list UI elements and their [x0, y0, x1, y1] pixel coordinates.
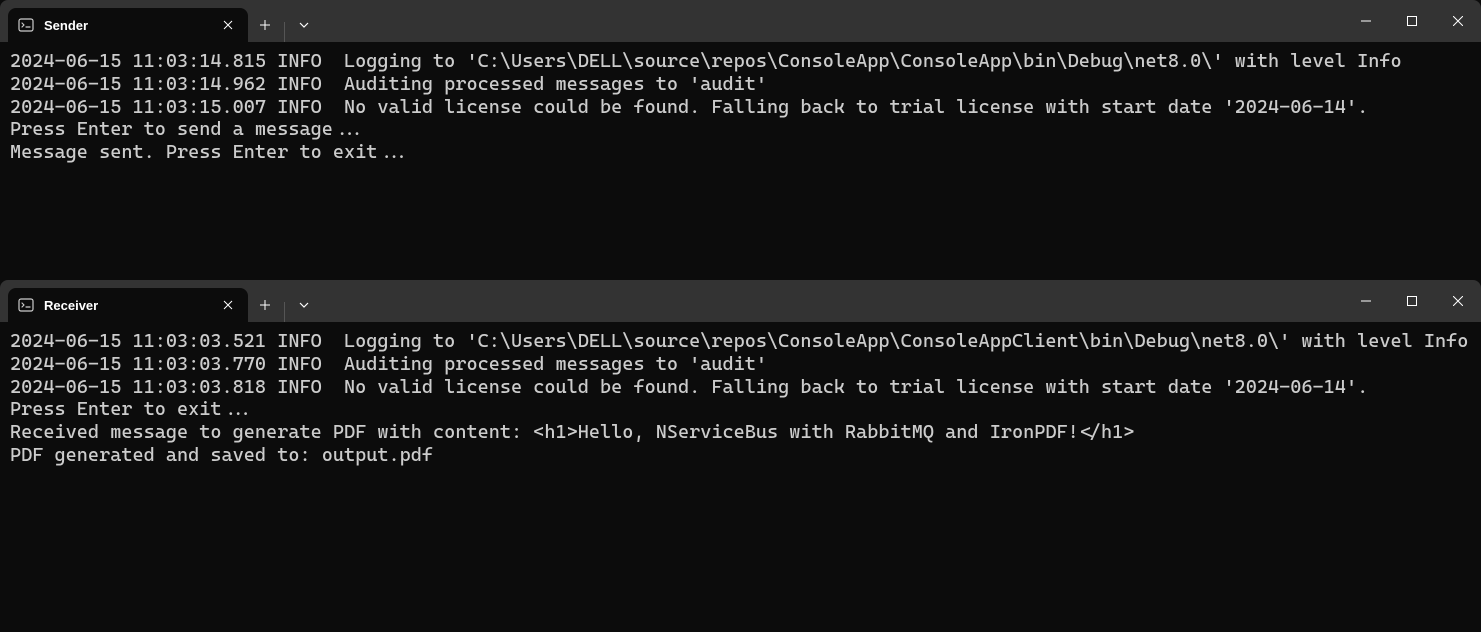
tab-receiver[interactable]: Receiver: [8, 288, 248, 322]
tab-container: Sender: [0, 0, 321, 42]
tab-close-button[interactable]: [218, 15, 238, 35]
minimize-button[interactable]: [1343, 0, 1389, 42]
terminal-window-receiver: Receiver 2024-06-15 11: [0, 280, 1481, 632]
tab-container: Receiver: [0, 280, 321, 322]
terminal-line: 2024-06-15 11:03:03.521 INFO Logging to …: [10, 330, 1471, 353]
tab-close-button[interactable]: [218, 295, 238, 315]
divider: [284, 22, 285, 42]
minimize-button[interactable]: [1343, 280, 1389, 322]
terminal-line: Message sent. Press Enter to exit...: [10, 141, 1471, 164]
maximize-button[interactable]: [1389, 280, 1435, 322]
terminal-line: Press Enter to send a message...: [10, 118, 1471, 141]
terminal-window-sender: Sender 2024-06-15 11:0: [0, 0, 1481, 280]
terminal-icon: [18, 17, 34, 33]
tab-dropdown-button[interactable]: [287, 8, 321, 42]
window-controls: [1343, 0, 1481, 42]
titlebar[interactable]: Sender: [0, 0, 1481, 42]
terminal-line: 2024-06-15 11:03:15.007 INFO No valid li…: [10, 96, 1471, 119]
terminal-output-receiver[interactable]: 2024-06-15 11:03:03.521 INFO Logging to …: [0, 322, 1481, 632]
terminal-output-sender[interactable]: 2024-06-15 11:03:14.815 INFO Logging to …: [0, 42, 1481, 280]
terminal-line: Press Enter to exit...: [10, 398, 1471, 421]
divider: [284, 302, 285, 322]
window-controls: [1343, 280, 1481, 322]
terminal-line: Received message to generate PDF with co…: [10, 421, 1471, 444]
close-button[interactable]: [1435, 280, 1481, 322]
terminal-line: 2024-06-15 11:03:03.770 INFO Auditing pr…: [10, 353, 1471, 376]
new-tab-button[interactable]: [248, 8, 282, 42]
titlebar[interactable]: Receiver: [0, 280, 1481, 322]
terminal-line: 2024-06-15 11:03:14.962 INFO Auditing pr…: [10, 73, 1471, 96]
close-button[interactable]: [1435, 0, 1481, 42]
tab-title: Sender: [44, 18, 208, 33]
maximize-button[interactable]: [1389, 0, 1435, 42]
tab-dropdown-button[interactable]: [287, 288, 321, 322]
new-tab-button[interactable]: [248, 288, 282, 322]
terminal-line: 2024-06-15 11:03:14.815 INFO Logging to …: [10, 50, 1471, 73]
tab-title: Receiver: [44, 298, 208, 313]
terminal-icon: [18, 297, 34, 313]
tab-sender[interactable]: Sender: [8, 8, 248, 42]
terminal-line: PDF generated and saved to: output.pdf: [10, 444, 1471, 467]
terminal-line: 2024-06-15 11:03:03.818 INFO No valid li…: [10, 376, 1471, 399]
